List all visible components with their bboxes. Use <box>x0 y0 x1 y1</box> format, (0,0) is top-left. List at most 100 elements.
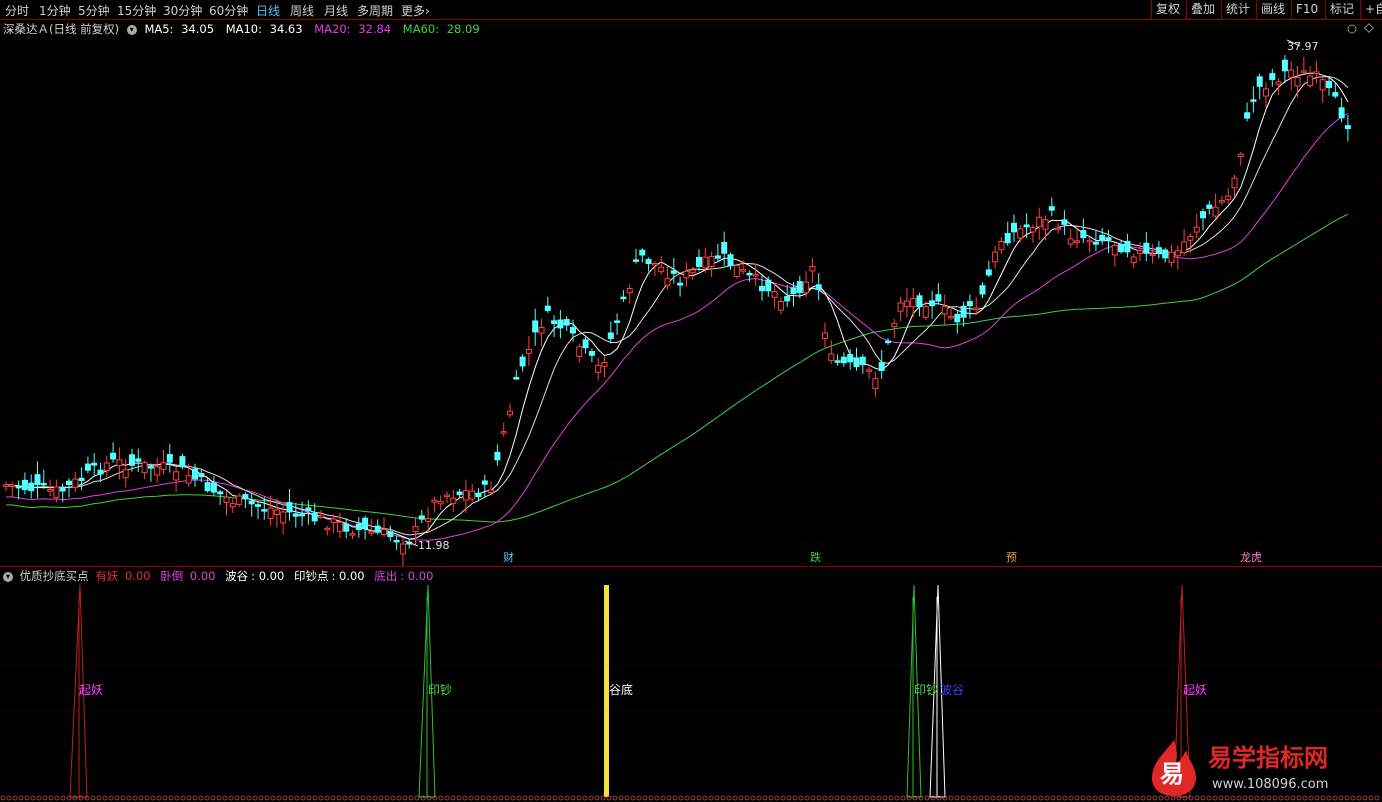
signal-label-bogu: 波谷 <box>940 683 964 697</box>
baseline-dot <box>1110 795 1116 801</box>
candle-body <box>355 523 362 530</box>
tf-1min[interactable]: 1分钟 <box>39 2 71 19</box>
candle-body <box>513 377 520 380</box>
baseline-dot <box>624 795 630 801</box>
candle-body <box>840 356 847 364</box>
candle-body <box>1332 92 1339 97</box>
overlay-button[interactable]: 叠加 <box>1186 0 1219 19</box>
baseline-dot <box>750 795 756 801</box>
signal-label-yinchao-2: 印钞 <box>914 682 938 697</box>
baseline-dot <box>1038 795 1044 801</box>
candle-body <box>210 482 217 493</box>
baseline-dot <box>714 795 720 801</box>
candlestick-chart[interactable]: 37.97 11.98 财 跌 预 龙虎 <box>0 20 1382 566</box>
baseline-dot <box>132 795 138 801</box>
candle-body <box>1168 251 1175 263</box>
baseline-dot <box>660 795 666 801</box>
baseline-dot <box>408 795 414 801</box>
baseline-dot <box>768 795 774 801</box>
candle-body <box>771 291 778 298</box>
candle-body <box>1162 249 1169 259</box>
baseline-dot <box>144 795 150 801</box>
draw-button[interactable]: 画线 <box>1256 0 1289 19</box>
baseline-dot <box>306 795 312 801</box>
candle-body <box>1048 206 1055 211</box>
baseline-dot <box>846 795 852 801</box>
fuquan-button[interactable]: 复权 <box>1151 0 1184 19</box>
baseline-dot <box>1122 795 1128 801</box>
tf-more[interactable]: 更多› <box>401 2 430 19</box>
candle-body <box>135 458 142 462</box>
candle-body <box>1206 204 1213 209</box>
candle-body <box>1275 81 1282 85</box>
candle-body <box>985 269 992 276</box>
tf-15min[interactable]: 15分钟 <box>117 2 156 19</box>
tf-weekly[interactable]: 周线 <box>290 2 314 19</box>
candle-body <box>796 281 803 294</box>
baseline-dot <box>6 795 12 801</box>
baseline-dot <box>594 795 600 801</box>
candle-body <box>450 497 457 505</box>
candle-body <box>431 499 438 503</box>
event-marker-yu[interactable]: 预 <box>1006 551 1017 564</box>
candle-body <box>1269 73 1276 81</box>
candle-body <box>853 357 860 368</box>
tf-fenshi[interactable]: 分时 <box>5 2 29 19</box>
watermark-logo: 易 易学指标网 www.108096.com <box>1152 740 1328 796</box>
candle-body <box>614 320 621 323</box>
candle-body <box>292 513 299 517</box>
candle-body <box>336 521 343 532</box>
watermark-url: www.108096.com <box>1212 777 1328 792</box>
info-circle-icon[interactable] <box>1347 24 1357 34</box>
candle-body <box>103 462 110 472</box>
event-marker-longhu[interactable]: 龙虎 <box>1240 551 1262 564</box>
candle-body <box>1231 177 1238 189</box>
candle-body <box>607 332 614 339</box>
mark-button[interactable]: 标记 <box>1325 0 1358 19</box>
baseline-dot <box>786 795 792 801</box>
tf-monthly[interactable]: 月线 <box>324 2 348 19</box>
candle-body <box>1307 75 1314 87</box>
tf-daily[interactable]: 日线 <box>256 2 280 19</box>
stats-button[interactable]: 统计 <box>1221 0 1254 19</box>
baseline-dot <box>720 795 726 801</box>
tf-5min[interactable]: 5分钟 <box>78 2 110 19</box>
candle-body <box>273 509 280 515</box>
candle-body <box>330 518 337 523</box>
candle-body <box>15 485 22 489</box>
tf-60min[interactable]: 60分钟 <box>209 2 248 19</box>
candle-body <box>1130 256 1137 264</box>
baseline-dot <box>816 795 822 801</box>
event-marker-cai[interactable]: 财 <box>503 550 514 564</box>
candle-body <box>53 486 60 499</box>
candle-body <box>847 353 854 363</box>
baseline-dot <box>258 795 264 801</box>
f10-button[interactable]: F10 <box>1291 0 1322 19</box>
baseline-dot <box>414 795 420 801</box>
ma5-path <box>6 72 1349 540</box>
baseline-dot <box>834 795 840 801</box>
candle-body <box>903 300 910 308</box>
baseline-dot <box>564 795 570 801</box>
baseline-dot <box>66 795 72 801</box>
candle-body <box>242 494 249 500</box>
candle-body <box>1105 237 1112 241</box>
candle-body <box>255 504 261 507</box>
baseline-dot <box>696 795 702 801</box>
baseline-dot <box>870 795 876 801</box>
candle-body <box>381 529 387 536</box>
diamond-icon[interactable] <box>1364 23 1374 33</box>
baseline-dot <box>462 795 468 801</box>
candle-body <box>941 305 948 315</box>
candle-body <box>532 320 539 333</box>
baseline-dot <box>156 795 162 801</box>
baseline-dot <box>12 795 18 801</box>
baseline-dot <box>180 795 186 801</box>
baseline-dot <box>792 795 798 801</box>
event-marker-die[interactable]: 跌 <box>810 550 821 564</box>
custom-button[interactable]: +自 <box>1360 0 1382 19</box>
tf-multi[interactable]: 多周期 <box>357 2 393 19</box>
candle-body <box>110 452 117 460</box>
tf-30min[interactable]: 30分钟 <box>163 2 202 19</box>
baseline-dot <box>42 795 48 801</box>
